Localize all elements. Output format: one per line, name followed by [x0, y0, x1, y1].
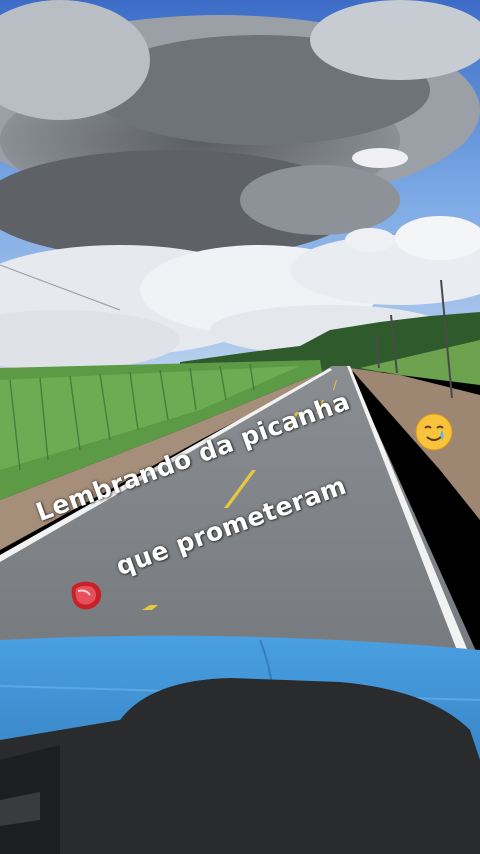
crying-smiling-face-icon — [415, 413, 453, 451]
steak-icon — [71, 581, 102, 610]
video-frame — [0, 0, 480, 854]
road-scene — [0, 0, 480, 854]
